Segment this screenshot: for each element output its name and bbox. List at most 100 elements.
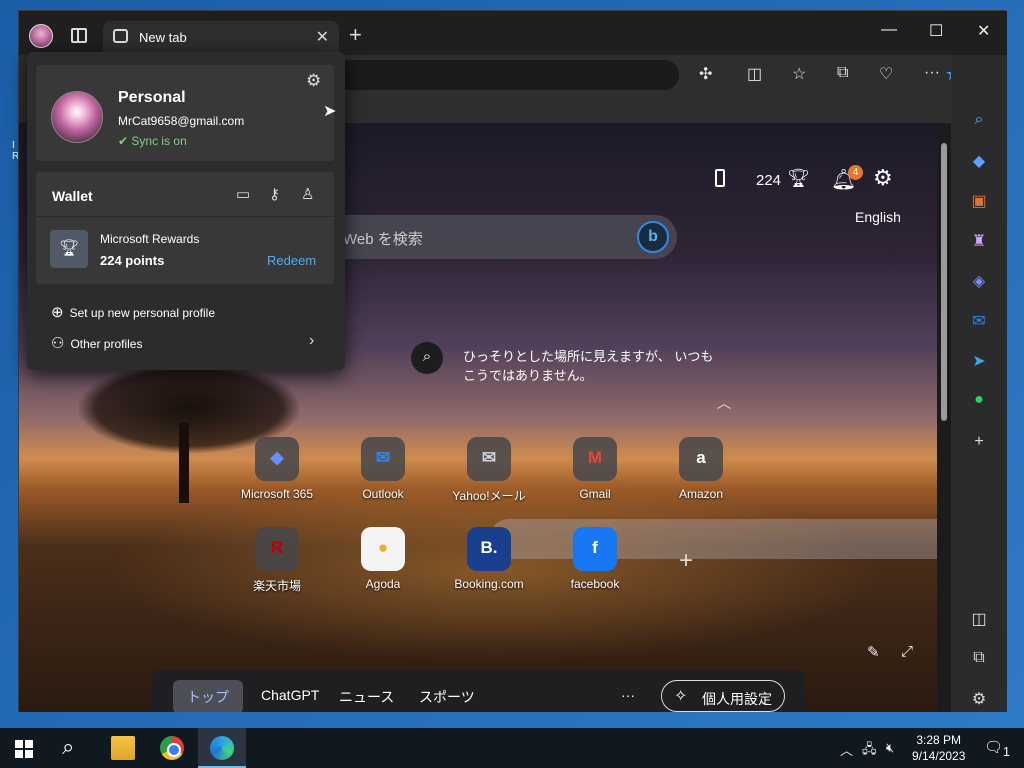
background-caption[interactable]: ひっそりとした場所に見えますが、 いつもこうではありません。 — [463, 347, 725, 385]
mobile-phone-icon[interactable] — [715, 169, 725, 187]
more-feed-options[interactable]: ··· — [621, 687, 635, 703]
split-screen-icon[interactable]: ◫ — [747, 64, 762, 84]
password-key-icon[interactable]: ⚷ — [269, 185, 280, 203]
tray-expand-icon[interactable]: ︿ — [840, 740, 853, 759]
quick-link-gmail[interactable]: M Gmail — [545, 437, 645, 501]
quick-link-label: Booking.com — [454, 577, 524, 591]
personal-info-icon[interactable]: ♙ — [301, 185, 314, 203]
collections-icon[interactable]: ⧉ — [837, 64, 848, 82]
tree-trunk — [179, 423, 189, 503]
amazon-icon: a — [696, 448, 706, 467]
add-circle-icon: ⊕ — [51, 304, 64, 321]
outlook-icon: ✉ — [375, 448, 391, 467]
page-settings-gear-icon[interactable]: ⚙ — [873, 165, 893, 191]
wallet-card: Wallet ▭ ⚷ ♙ 🏆︎ Microsoft Rewards 224 po… — [36, 172, 334, 284]
tab-news[interactable]: ニュース — [339, 687, 394, 707]
taskbar-clock[interactable]: 3:28 PM 9/14/2023 — [912, 732, 965, 764]
quick-link-booking[interactable]: B. Booking.com — [439, 527, 539, 591]
minimize-button[interactable]: — — [881, 21, 897, 39]
microsoft-365-icon[interactable]: ◈ — [951, 271, 1007, 291]
profile-settings-gear-icon[interactable]: ⚙ — [306, 71, 321, 91]
other-profiles-link[interactable]: ⚇ Other profiles — [51, 334, 142, 352]
tab-new-tab[interactable]: New tab ✕ — [103, 21, 339, 55]
tab-actions-icon[interactable] — [71, 28, 87, 43]
search-icon[interactable]: ⌕ — [62, 734, 86, 759]
close-window-button[interactable]: ✕ — [977, 21, 990, 41]
profile-name: Personal — [118, 89, 186, 106]
file-explorer-icon[interactable] — [111, 736, 135, 760]
quick-link-label: Agoda — [365, 577, 401, 591]
quick-link-label: Amazon — [678, 487, 724, 501]
quick-link-amazon[interactable]: a Amazon — [651, 437, 751, 501]
sidebar-settings-icon[interactable]: ⚙ — [951, 689, 1007, 709]
shopping-tag-icon[interactable]: ◆ — [951, 151, 1007, 171]
microsoft-365-icon: ◆ — [270, 448, 284, 467]
rewards-points[interactable]: 224 — [756, 172, 781, 189]
page-scrollbar[interactable] — [937, 123, 951, 712]
time: 3:28 PM — [916, 733, 962, 747]
tools-icon[interactable]: ▣ — [951, 191, 1007, 211]
start-windows-icon[interactable] — [15, 740, 33, 758]
whatsapp-icon[interactable]: ● — [951, 391, 1007, 409]
browser-essentials-icon[interactable]: ♡ — [879, 64, 893, 84]
bing-search-button[interactable]: b — [637, 221, 669, 253]
edit-background-icon[interactable]: ✎ — [867, 643, 880, 661]
telegram-icon[interactable]: ➤ — [951, 351, 1007, 371]
facebook-icon: f — [592, 538, 598, 557]
trophy-icon[interactable]: 🏆︎ — [787, 168, 810, 189]
language-selector[interactable]: English — [855, 209, 901, 225]
sync-status[interactable]: ✔ Sync is on — [118, 134, 187, 148]
tab-chatgpt[interactable]: ChatGPT — [261, 687, 319, 703]
tab-sports[interactable]: スポーツ — [419, 687, 475, 707]
extensions-icon[interactable]: ✣ — [699, 64, 712, 84]
web-search-box[interactable]: Web を検索 b — [319, 215, 677, 259]
personalize-button[interactable]: ✧ 個人用設定 — [661, 680, 785, 712]
new-profile-link[interactable]: ⊕ Set up new personal profile — [51, 303, 215, 321]
rakuten-icon: R — [270, 538, 284, 557]
address-bar[interactable]: ★ — [319, 60, 961, 90]
rewards-name: Microsoft Rewards — [100, 232, 200, 246]
quick-link-outlook[interactable]: ✉ Outlook — [333, 437, 433, 501]
collapse-caret-icon[interactable]: ︿ — [717, 393, 731, 413]
add-sidebar-app-icon[interactable]: + — [951, 433, 1007, 451]
quick-link-agoda[interactable]: ● Agoda — [333, 527, 433, 591]
personalize-icon: ✧ — [674, 688, 688, 705]
yahoo-mail-icon: ✉ — [481, 448, 497, 467]
action-center-icon[interactable]: 🗨︎1 — [984, 738, 1010, 759]
maximize-button[interactable]: ☐ — [929, 21, 943, 41]
quick-link-microsoft-365[interactable]: ◆ Microsoft 365 — [227, 437, 327, 501]
wallet-title[interactable]: Wallet — [52, 188, 93, 204]
hide-sidebar-icon[interactable]: ◫ — [951, 609, 1007, 629]
favorites-icon[interactable]: ☆ — [792, 64, 806, 84]
quick-link-label: Gmail — [579, 487, 611, 501]
new-tab-button[interactable]: + — [349, 24, 362, 46]
quick-link-rakuten[interactable]: R 楽天市場 — [227, 527, 327, 594]
notification-badge: 4 — [848, 165, 863, 180]
search-icon[interactable]: ⌕ — [951, 111, 1007, 129]
profile-card: Personal MrCat9658@gmail.com ✔ Sync is o… — [36, 65, 336, 161]
quick-link-facebook[interactable]: f facebook — [545, 527, 645, 591]
outlook-icon[interactable]: ✉ — [951, 311, 1007, 331]
profile-avatar-button[interactable] — [29, 24, 53, 48]
volume-muted-icon[interactable]: 🔇︎ — [886, 740, 894, 756]
quick-link-label: 楽天市場 — [252, 579, 301, 593]
open-in-new-icon[interactable]: ⧉ — [951, 649, 1007, 667]
edge-icon[interactable] — [210, 736, 234, 760]
more-options-icon[interactable]: ··· — [924, 64, 940, 82]
quick-links: ◆ Microsoft 365 ✉ Outlook ✉ Yahoo!メール M … — [227, 437, 747, 597]
close-tab-button[interactable]: ✕ — [316, 27, 329, 47]
quick-link-yahoo-mail[interactable]: ✉ Yahoo!メール — [439, 437, 539, 504]
network-icon[interactable]: 🖧 — [862, 740, 877, 762]
title-bar: New tab ✕ + — ☐ ✕ — [19, 11, 1007, 55]
taskbar: ⌕ ︿ 🖧 🔇︎ 3:28 PM 9/14/2023 🗨︎1 — [0, 728, 1024, 768]
payment-card-icon[interactable]: ▭ — [236, 185, 250, 203]
add-quick-link-icon[interactable]: + — [679, 547, 693, 575]
expand-icon[interactable]: ⤢ — [901, 643, 913, 660]
chrome-icon[interactable] — [160, 736, 184, 760]
scrollbar-thumb[interactable] — [941, 143, 947, 421]
tab-top[interactable]: トップ — [173, 680, 243, 712]
redeem-link[interactable]: Redeem — [267, 253, 316, 268]
profile-flyout: Personal MrCat9658@gmail.com ✔ Sync is o… — [27, 52, 345, 370]
image-search-icon[interactable]: ⌕ — [411, 342, 443, 374]
games-icon[interactable]: ♜ — [951, 231, 1007, 251]
